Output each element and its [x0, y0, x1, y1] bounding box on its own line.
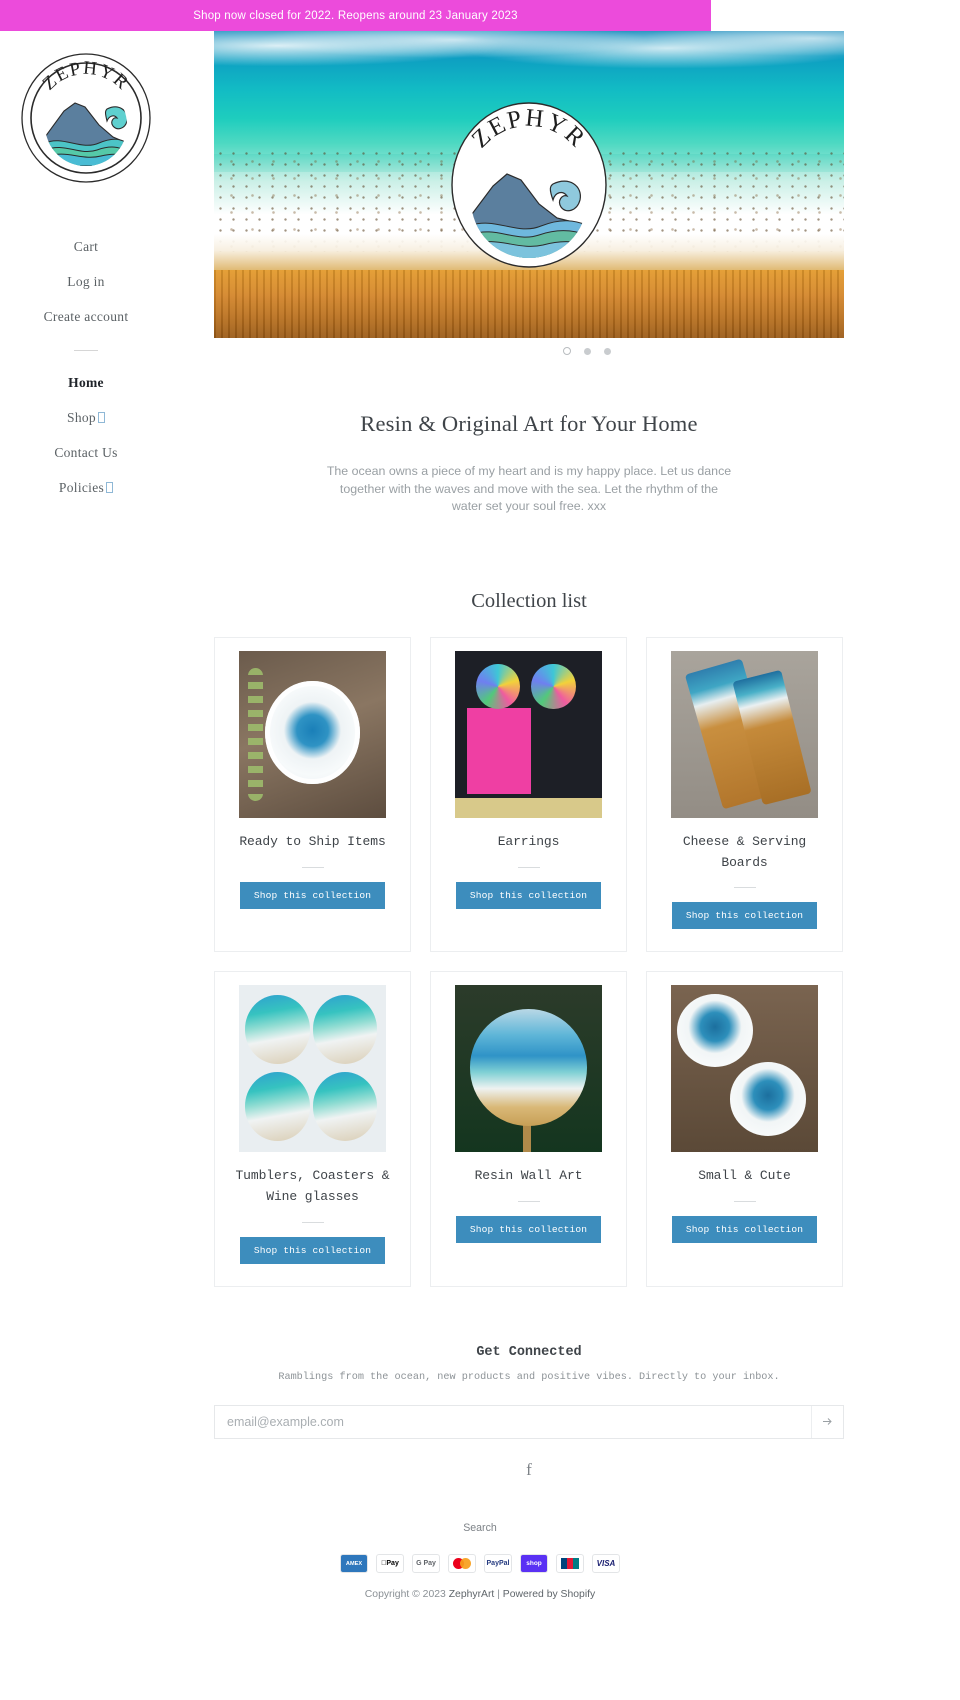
copyright-prefix: Copyright © 2023 [364, 1589, 446, 1601]
announcement-bar: Shop now closed for 2022. Reopens around… [0, 0, 711, 31]
sidebar-link-login[interactable]: Log in [44, 264, 129, 299]
slideshow-dot-2[interactable] [584, 347, 591, 355]
newsletter-subheading: Ramblings from the ocean, new products a… [278, 1372, 780, 1384]
slideshow-dots [214, 347, 960, 355]
sidebar-divider [74, 350, 98, 351]
card-divider [733, 887, 756, 889]
sidebar-item-create-account[interactable]: Create account [44, 299, 129, 334]
collection-list-section: Collection list Ready to Ship Items Shop… [214, 516, 844, 1288]
arrow-right-icon [823, 1417, 832, 1425]
sidebar-item-shop[interactable]: Shop [44, 400, 129, 435]
shop-collection-button[interactable]: Shop this collection [671, 902, 818, 930]
card-divider [517, 866, 540, 868]
amex-icon: AMEX [340, 1554, 368, 1574]
powered-by-shopify-link[interactable]: Powered by Shopify [503, 1589, 595, 1600]
shop-collection-button[interactable]: Shop this collection [671, 1216, 818, 1244]
union-pay-icon [556, 1554, 584, 1574]
paypal-icon: PayPal [484, 1554, 512, 1574]
card-divider [733, 1201, 756, 1203]
collection-card-title: Earrings [497, 833, 560, 849]
zephyr-logo-icon: ZEPHYR [21, 53, 151, 183]
collection-card-title: Tumblers, Coasters & Wine glasses [235, 1168, 390, 1205]
shop-collection-button[interactable]: Shop this collection [455, 1216, 602, 1244]
facebook-icon[interactable]: f [526, 1461, 532, 1478]
collection-image [671, 985, 818, 1153]
collection-card-title: Resin Wall Art [474, 1168, 583, 1184]
shop-collection-button[interactable]: Shop this collection [455, 881, 602, 909]
page-layout: ZEPHYR Cart Log in Create account Home S… [0, 31, 960, 1478]
copyright-text: Copyright © 2023 ZephyrArt | Powered by … [0, 1589, 960, 1626]
card-divider [301, 1222, 324, 1224]
account-link-list: Cart Log in Create account [44, 229, 129, 334]
copyright-separator: | [497, 1589, 500, 1601]
collection-card[interactable]: Small & Cute Shop this collection [646, 971, 843, 1288]
hero-logo-icon: ZEPHYR [451, 101, 607, 268]
collection-card-title: Ready to Ship Items [239, 833, 386, 849]
rich-text-body: The ocean owns a piece of my heart and i… [326, 464, 732, 514]
rich-text-heading: Resin & Original Art for Your Home [360, 411, 698, 436]
collection-card[interactable]: Ready to Ship Items Shop this collection [214, 636, 411, 953]
sidebar-item-home[interactable]: Home [44, 365, 129, 400]
sidebar-link-shop[interactable]: Shop [44, 400, 129, 435]
collection-image [239, 985, 386, 1153]
newsletter-section: Get Connected Ramblings from the ocean, … [214, 1287, 844, 1478]
social-links: f [214, 1439, 844, 1478]
slideshow-dot-1[interactable] [563, 347, 571, 355]
collection-card[interactable]: Earrings Shop this collection [430, 636, 627, 953]
site-footer: Search AMEX Pay G Pay PayPal shop VISA … [0, 1478, 960, 1626]
collection-card-title: Cheese & Serving Boards [682, 833, 807, 870]
card-divider [517, 1201, 540, 1203]
shop-collection-button[interactable]: Shop this collection [239, 1237, 386, 1265]
chevron-down-icon [106, 481, 114, 493]
newsletter-form [214, 1405, 844, 1440]
chevron-down-icon [97, 411, 105, 423]
mastercard-icon [448, 1554, 476, 1574]
collection-list-title: Collection list [471, 589, 587, 612]
sidebar-nav: Cart Log in Create account Home Shop Con… [44, 229, 129, 505]
site-logo[interactable]: ZEPHYR [19, 51, 153, 185]
collection-grid: Ready to Ship Items Shop this collection… [214, 636, 844, 1288]
sidebar-link-policies[interactable]: Policies [44, 470, 129, 505]
apple-pay-icon: Pay [376, 1554, 404, 1574]
collection-image [671, 650, 818, 818]
collection-card[interactable]: Tumblers, Coasters & Wine glasses Shop t… [214, 971, 411, 1288]
sidebar-item-contact[interactable]: Contact Us [44, 435, 129, 470]
collection-image [455, 650, 602, 818]
sidebar-label-shop: Shop [67, 409, 96, 425]
email-field[interactable] [215, 1406, 811, 1439]
rich-text-section: Resin & Original Art for Your Home The o… [214, 355, 844, 516]
hero-slide[interactable]: ZEPHYR [214, 31, 844, 338]
payment-methods: AMEX Pay G Pay PayPal shop VISA [0, 1554, 960, 1574]
shop-pay-icon: shop [520, 1554, 548, 1574]
visa-icon: VISA [592, 1554, 620, 1574]
sidebar-item-login[interactable]: Log in [44, 264, 129, 299]
footer-link-search[interactable]: Search [463, 1522, 497, 1534]
main-link-list: Home Shop Contact Us Policies [44, 365, 129, 505]
collection-card[interactable]: Cheese & Serving Boards Shop this collec… [646, 636, 843, 953]
collection-image [455, 985, 602, 1153]
collection-image [239, 650, 386, 818]
sidebar-label-policies: Policies [58, 479, 105, 495]
shop-collection-button[interactable]: Shop this collection [239, 881, 386, 909]
newsletter-heading: Get Connected [476, 1345, 582, 1361]
collection-card-title: Small & Cute [698, 1168, 791, 1184]
newsletter-submit-button[interactable] [811, 1406, 843, 1439]
main-content: ZEPHYR Resin & Original Art for Your Hom… [172, 31, 960, 1478]
sidebar-link-create-account[interactable]: Create account [44, 299, 129, 334]
sidebar-item-cart[interactable]: Cart [44, 229, 129, 264]
collection-card[interactable]: Resin Wall Art Shop this collection [430, 971, 627, 1288]
footer-store-link[interactable]: ZephyrArt [449, 1589, 495, 1600]
sidebar-link-home[interactable]: Home [44, 365, 129, 400]
slideshow-dot-3[interactable] [604, 347, 611, 355]
google-pay-icon: G Pay [412, 1554, 440, 1574]
card-divider [301, 866, 324, 868]
hero-slideshow: ZEPHYR [214, 31, 960, 355]
announcement-text: Shop now closed for 2022. Reopens around… [193, 9, 518, 22]
sidebar-link-cart[interactable]: Cart [44, 229, 129, 264]
sidebar-item-policies[interactable]: Policies [44, 470, 129, 505]
sidebar-link-contact[interactable]: Contact Us [44, 435, 129, 470]
sidebar: ZEPHYR Cart Log in Create account Home S… [0, 31, 172, 505]
